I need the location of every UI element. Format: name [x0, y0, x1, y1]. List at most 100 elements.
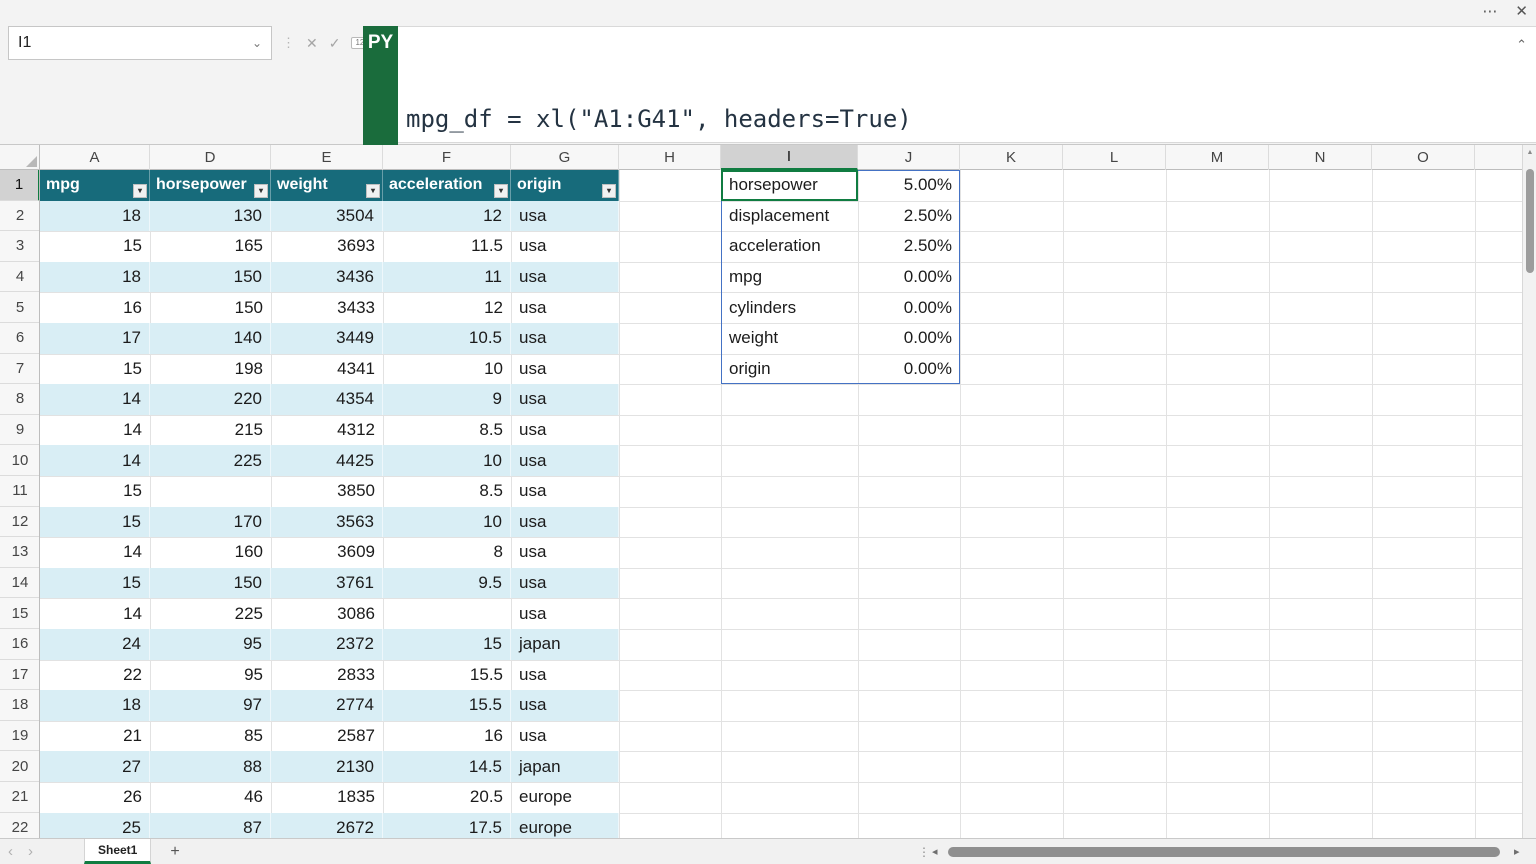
column-header-J[interactable]: J: [858, 145, 960, 170]
window-close-button[interactable]: ✕: [1515, 2, 1528, 20]
spill-cell[interactable]: 0.00%: [858, 354, 960, 385]
grid-cell[interactable]: 2372: [271, 629, 383, 660]
row-header-2[interactable]: 2: [0, 201, 40, 232]
grid-cell[interactable]: 95: [150, 660, 271, 691]
table-header-weight[interactable]: weight▾: [271, 170, 383, 201]
grid-cell[interactable]: 25: [40, 813, 150, 838]
vertical-scrollbar-thumb[interactable]: [1526, 169, 1534, 273]
row-header-20[interactable]: 20: [0, 751, 40, 782]
grid-cell[interactable]: 3449: [271, 323, 383, 354]
spill-cell[interactable]: 0.00%: [858, 262, 960, 293]
row-header-16[interactable]: 16: [0, 629, 40, 660]
grid-cell[interactable]: 198: [150, 354, 271, 385]
grid-cell[interactable]: 14: [40, 445, 150, 476]
table-header-mpg[interactable]: mpg▾: [40, 170, 150, 201]
grid-cell[interactable]: 17: [40, 323, 150, 354]
spill-cell[interactable]: horsepower: [721, 170, 858, 201]
column-header-M[interactable]: M: [1166, 145, 1269, 170]
grid-cell[interactable]: 15: [383, 629, 511, 660]
select-all-corner[interactable]: [0, 145, 40, 170]
grid-cell[interactable]: 1835: [271, 782, 383, 813]
row-header-3[interactable]: 3: [0, 231, 40, 262]
grid-cell[interactable]: 27: [40, 751, 150, 782]
grid-cell[interactable]: 15: [40, 476, 150, 507]
formula-bar-collapse-icon[interactable]: ⌃: [1516, 37, 1527, 53]
add-sheet-button[interactable]: +: [164, 839, 186, 864]
row-header-11[interactable]: 11: [0, 476, 40, 507]
column-header-E[interactable]: E: [271, 145, 383, 170]
grid-cell[interactable]: 15.5: [383, 690, 511, 721]
grid-cell[interactable]: 97: [150, 690, 271, 721]
grid-cell[interactable]: 3436: [271, 262, 383, 293]
grid-cell[interactable]: 18: [40, 201, 150, 232]
grid-cell[interactable]: 85: [150, 721, 271, 752]
grid-cell[interactable]: 15: [40, 507, 150, 538]
grid-cell[interactable]: 87: [150, 813, 271, 838]
grid-cell[interactable]: 225: [150, 445, 271, 476]
grid-cell[interactable]: 3693: [271, 231, 383, 262]
grid-cell[interactable]: 3433: [271, 292, 383, 323]
row-header-21[interactable]: 21: [0, 782, 40, 813]
spill-cell[interactable]: 2.50%: [858, 201, 960, 232]
scrollbar-splitter-icon[interactable]: ⋮: [918, 839, 930, 864]
grid-cell[interactable]: 4354: [271, 384, 383, 415]
grid-cell[interactable]: usa: [511, 537, 619, 568]
scroll-up-icon[interactable]: ▲: [1523, 149, 1536, 156]
grid-cell[interactable]: 46: [150, 782, 271, 813]
column-header-O[interactable]: O: [1372, 145, 1475, 170]
column-header-D[interactable]: D: [150, 145, 271, 170]
horizontal-scrollbar[interactable]: [946, 847, 1508, 857]
grid-cell[interactable]: 2672: [271, 813, 383, 838]
grid-cell[interactable]: 3504: [271, 201, 383, 232]
grid-cell[interactable]: 14: [40, 384, 150, 415]
grid-cell[interactable]: 215: [150, 415, 271, 446]
prev-sheet-arrow[interactable]: ‹: [8, 839, 13, 864]
row-header-10[interactable]: 10: [0, 445, 40, 476]
grid-cell[interactable]: usa: [511, 507, 619, 538]
column-header-H[interactable]: H: [619, 145, 721, 170]
grid-cell[interactable]: 24: [40, 629, 150, 660]
sheet-tab-sheet1[interactable]: Sheet1: [84, 839, 151, 864]
column-header-I[interactable]: I: [721, 145, 858, 170]
column-header-L[interactable]: L: [1063, 145, 1166, 170]
scroll-left-icon[interactable]: ◂: [932, 839, 938, 864]
enter-icon[interactable]: ✓: [329, 35, 341, 52]
row-header-22[interactable]: 22: [0, 813, 40, 838]
grid-cell[interactable]: [383, 598, 511, 629]
grid-cell[interactable]: usa: [511, 201, 619, 232]
grid-cell[interactable]: 16: [40, 292, 150, 323]
vertical-scrollbar[interactable]: ▲: [1522, 145, 1536, 838]
grid-cell[interactable]: 17.5: [383, 813, 511, 838]
grid-cell[interactable]: 165: [150, 231, 271, 262]
spill-cell[interactable]: weight: [721, 323, 858, 354]
row-header-1[interactable]: 1: [0, 170, 40, 201]
row-header-19[interactable]: 19: [0, 721, 40, 752]
grid-cell[interactable]: 3086: [271, 598, 383, 629]
grid-cell[interactable]: 8: [383, 537, 511, 568]
spill-cell[interactable]: origin: [721, 354, 858, 385]
grid-cell[interactable]: usa: [511, 292, 619, 323]
grid-cell[interactable]: 11: [383, 262, 511, 293]
grid-cell[interactable]: 220: [150, 384, 271, 415]
grid-cell[interactable]: usa: [511, 354, 619, 385]
table-header-origin[interactable]: origin▾: [511, 170, 619, 201]
grid-cell[interactable]: 3850: [271, 476, 383, 507]
cancel-icon[interactable]: ✕: [306, 35, 318, 52]
grid-cell[interactable]: usa: [511, 690, 619, 721]
column-header-F[interactable]: F: [383, 145, 511, 170]
spill-cell[interactable]: mpg: [721, 262, 858, 293]
grid-cell[interactable]: usa: [511, 384, 619, 415]
name-box-dropdown-icon[interactable]: ⌄: [252, 36, 262, 50]
row-header-13[interactable]: 13: [0, 537, 40, 568]
grid-cell[interactable]: 10: [383, 507, 511, 538]
spill-cell[interactable]: 0.00%: [858, 323, 960, 354]
grid-cell[interactable]: europe: [511, 813, 619, 838]
grid-cell[interactable]: 3609: [271, 537, 383, 568]
grid-cell[interactable]: 22: [40, 660, 150, 691]
grid-cell[interactable]: 14: [40, 537, 150, 568]
filter-button[interactable]: ▾: [133, 184, 147, 198]
grid-cell[interactable]: 15: [40, 354, 150, 385]
horizontal-scrollbar-thumb[interactable]: [948, 847, 1500, 857]
spill-cell[interactable]: 0.00%: [858, 292, 960, 323]
column-header-N[interactable]: N: [1269, 145, 1372, 170]
